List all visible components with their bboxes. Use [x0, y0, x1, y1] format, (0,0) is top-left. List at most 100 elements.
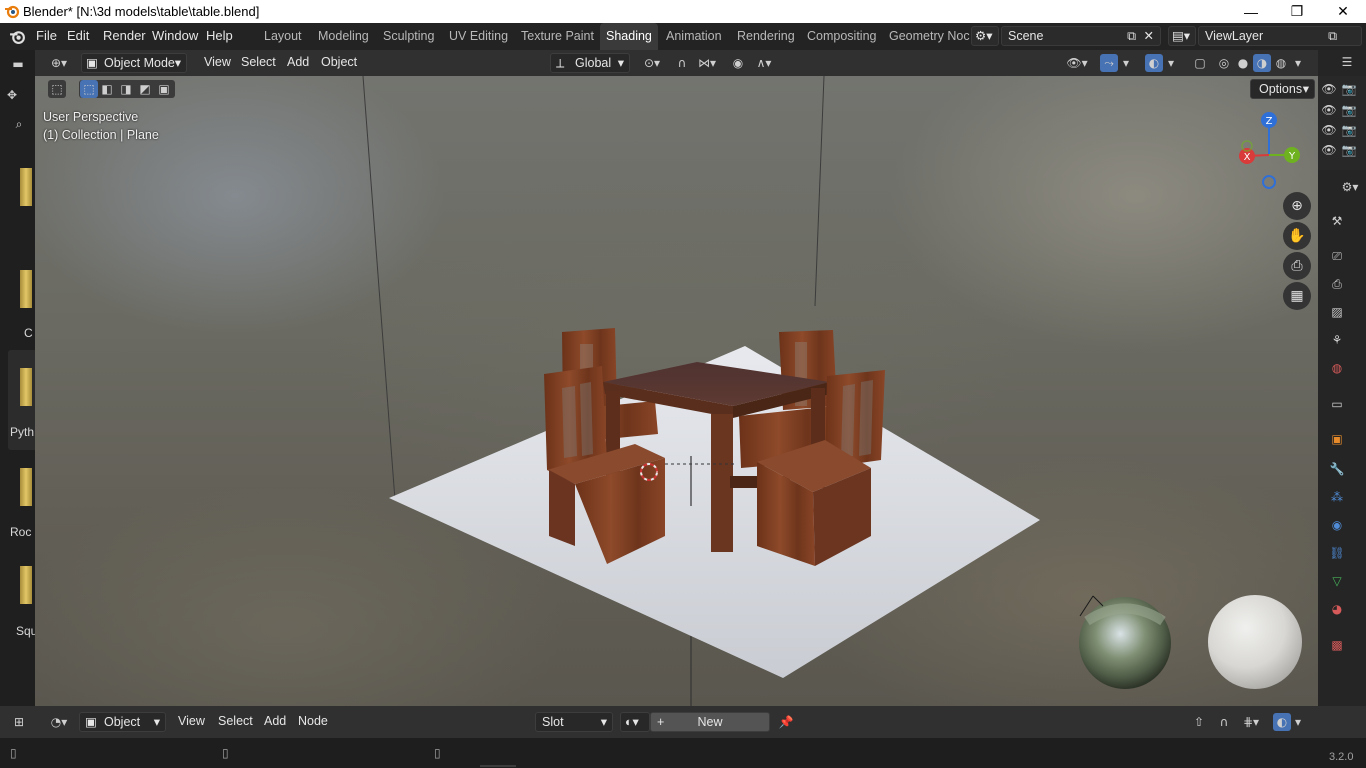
- asset-thumbnail-4[interactable]: [20, 468, 32, 506]
- search-icon[interactable]: ⌕: [10, 115, 28, 133]
- blender-menu-icon[interactable]: [9, 28, 26, 45]
- eye-icon[interactable]: 👁: [1320, 121, 1338, 139]
- hand-icon[interactable]: ✋: [1283, 222, 1311, 250]
- viewlayer-name-field[interactable]: ViewLayer ⧉: [1198, 26, 1362, 46]
- minimize-button[interactable]: —: [1228, 0, 1274, 23]
- copy-scene-icon[interactable]: ⧉: [1127, 27, 1136, 45]
- material-icon[interactable]: ◕: [1328, 600, 1346, 618]
- wireframe-shading-icon[interactable]: ◎: [1215, 54, 1233, 72]
- camera-icon[interactable]: 📷: [1340, 80, 1358, 98]
- snap-element-icon[interactable]: ⋕▾: [1236, 713, 1266, 731]
- transform-orientation-dropdown[interactable]: ⟂ Global ▾: [550, 53, 630, 73]
- overlays-icon[interactable]: ◐: [1145, 54, 1163, 72]
- asset-thumbnail-5[interactable]: [20, 566, 32, 604]
- wrench-icon[interactable]: 🔧: [1328, 460, 1346, 478]
- file-browser-icon[interactable]: ▬: [9, 55, 27, 73]
- cursor-icon[interactable]: ✥: [3, 86, 21, 104]
- tab-shading[interactable]: Shading: [600, 23, 658, 50]
- proportional-edit-icon[interactable]: ◉: [729, 54, 747, 72]
- tab-modeling[interactable]: Modeling: [312, 23, 375, 50]
- physics-icon[interactable]: ◉: [1328, 516, 1346, 534]
- constraints-icon[interactable]: ⛓: [1328, 544, 1346, 562]
- chevron-down-icon[interactable]: ▾: [1292, 713, 1304, 731]
- eye-icon[interactable]: 👁: [1320, 80, 1338, 98]
- viewport-menu-add[interactable]: Add: [287, 55, 309, 69]
- tab-layout[interactable]: Layout: [258, 23, 308, 50]
- world-icon[interactable]: ◍: [1328, 359, 1346, 377]
- menu-help[interactable]: Help: [206, 28, 233, 43]
- object-icon[interactable]: ▣: [1328, 430, 1346, 448]
- menu-window[interactable]: Window: [152, 28, 198, 43]
- remove-scene-icon[interactable]: ✕: [1144, 27, 1154, 45]
- tab-compositing[interactable]: Compositing: [801, 23, 882, 50]
- shader-type-icon[interactable]: ◔▾: [45, 713, 73, 731]
- viewport-menu-view[interactable]: View: [204, 55, 231, 69]
- menu-file[interactable]: File: [36, 28, 57, 43]
- asset-thumbnail-3[interactable]: [20, 368, 32, 406]
- chevron-down-icon[interactable]: ▾: [1120, 54, 1132, 72]
- solid-shading-icon[interactable]: ●: [1234, 54, 1252, 72]
- tab-sculpting[interactable]: Sculpting: [377, 23, 440, 50]
- snap-icon[interactable]: ∩: [1215, 713, 1233, 731]
- tab-texture-paint[interactable]: Texture Paint: [515, 23, 600, 50]
- properties-editor-icon[interactable]: ⚙▾: [1336, 178, 1364, 196]
- menu-render[interactable]: Render: [103, 28, 146, 43]
- xray-icon[interactable]: ▢: [1191, 54, 1209, 72]
- copy-viewlayer-icon[interactable]: ⧉: [1328, 27, 1337, 45]
- camera-icon[interactable]: ⎙: [1283, 252, 1311, 280]
- mode-dropdown[interactable]: ▣ Object Mode ▾: [81, 53, 187, 73]
- close-button[interactable]: ✕: [1320, 0, 1366, 23]
- outliner-editor-icon[interactable]: ☰: [1338, 53, 1356, 71]
- snap-icon[interactable]: ∩: [673, 54, 691, 72]
- tab-animation[interactable]: Animation: [660, 23, 728, 50]
- camera-icon[interactable]: 📷: [1340, 101, 1358, 119]
- snap-target-icon[interactable]: ⋈▾: [693, 54, 721, 72]
- node-menu-add[interactable]: Add: [264, 714, 286, 728]
- gizmo-toggle-icon[interactable]: ⤳: [1100, 54, 1118, 72]
- scene-icon[interactable]: ⚘: [1328, 331, 1346, 349]
- viewlayer-selector-button[interactable]: ▤▾: [1168, 26, 1196, 46]
- falloff-icon[interactable]: ∧▾: [751, 54, 777, 72]
- camera-icon[interactable]: 📷: [1340, 121, 1358, 139]
- scene-selector-button[interactable]: ⚙▾: [971, 26, 999, 46]
- grid-icon[interactable]: ▦: [1283, 282, 1311, 310]
- axis-gizmo[interactable]: Z Y X: [1235, 110, 1305, 190]
- texture-icon[interactable]: ▩: [1328, 636, 1346, 654]
- view-layer-icon[interactable]: ▨: [1328, 303, 1346, 321]
- visibility-icon[interactable]: 👁▾: [1062, 54, 1092, 72]
- 3d-viewport[interactable]: ⬚ ⬚ ◧ ◨ ◩ ▣ Options ▾ User Perspective (…: [35, 76, 1318, 706]
- viewport-menu-object[interactable]: Object: [321, 55, 357, 69]
- scene-name-field[interactable]: Scene ⧉ ✕: [1001, 26, 1161, 46]
- particles-icon[interactable]: ⁂: [1328, 488, 1346, 506]
- tab-rendering[interactable]: Rendering: [731, 23, 801, 50]
- overlays-icon[interactable]: ◐: [1273, 713, 1291, 731]
- chevron-down-icon[interactable]: ▾: [1292, 54, 1304, 72]
- viewport-menu-select[interactable]: Select: [241, 55, 276, 69]
- menu-edit[interactable]: Edit: [67, 28, 89, 43]
- render-icon[interactable]: ⎚: [1328, 247, 1346, 265]
- maximize-button[interactable]: ❐: [1274, 0, 1320, 23]
- parent-node-icon[interactable]: ⇧: [1190, 713, 1208, 731]
- collection-icon[interactable]: ▭: [1328, 395, 1346, 413]
- zoom-icon[interactable]: ⊕: [1283, 192, 1311, 220]
- tab-geometry-nodes[interactable]: Geometry Noc: [883, 23, 976, 50]
- asset-thumbnail-1[interactable]: [20, 168, 32, 206]
- editor-type-icon[interactable]: ⊕▾: [45, 54, 73, 72]
- new-material-button[interactable]: + New: [650, 712, 770, 732]
- material-browse-button[interactable]: ◐▾: [620, 712, 650, 732]
- node-menu-select[interactable]: Select: [218, 714, 253, 728]
- eye-icon[interactable]: 👁: [1320, 141, 1338, 159]
- tab-uv-editing[interactable]: UV Editing: [443, 23, 514, 50]
- tool-icon[interactable]: ⚒: [1328, 212, 1346, 230]
- object-dropdown[interactable]: ▣ Object ▾: [79, 712, 166, 732]
- chevron-down-icon[interactable]: ▾: [1165, 54, 1177, 72]
- asset-thumbnail-2[interactable]: [20, 270, 32, 308]
- data-icon[interactable]: ▽: [1328, 572, 1346, 590]
- node-menu-node[interactable]: Node: [298, 714, 328, 728]
- slot-dropdown[interactable]: Slot ▾: [535, 712, 613, 732]
- rendered-shading-icon[interactable]: ◍: [1272, 54, 1290, 72]
- camera-icon[interactable]: 📷: [1340, 141, 1358, 159]
- pin-icon[interactable]: 📌: [777, 713, 795, 731]
- pivot-point-icon[interactable]: ⊙▾: [638, 54, 666, 72]
- shader-editor-type-icon[interactable]: ⊞: [10, 713, 28, 731]
